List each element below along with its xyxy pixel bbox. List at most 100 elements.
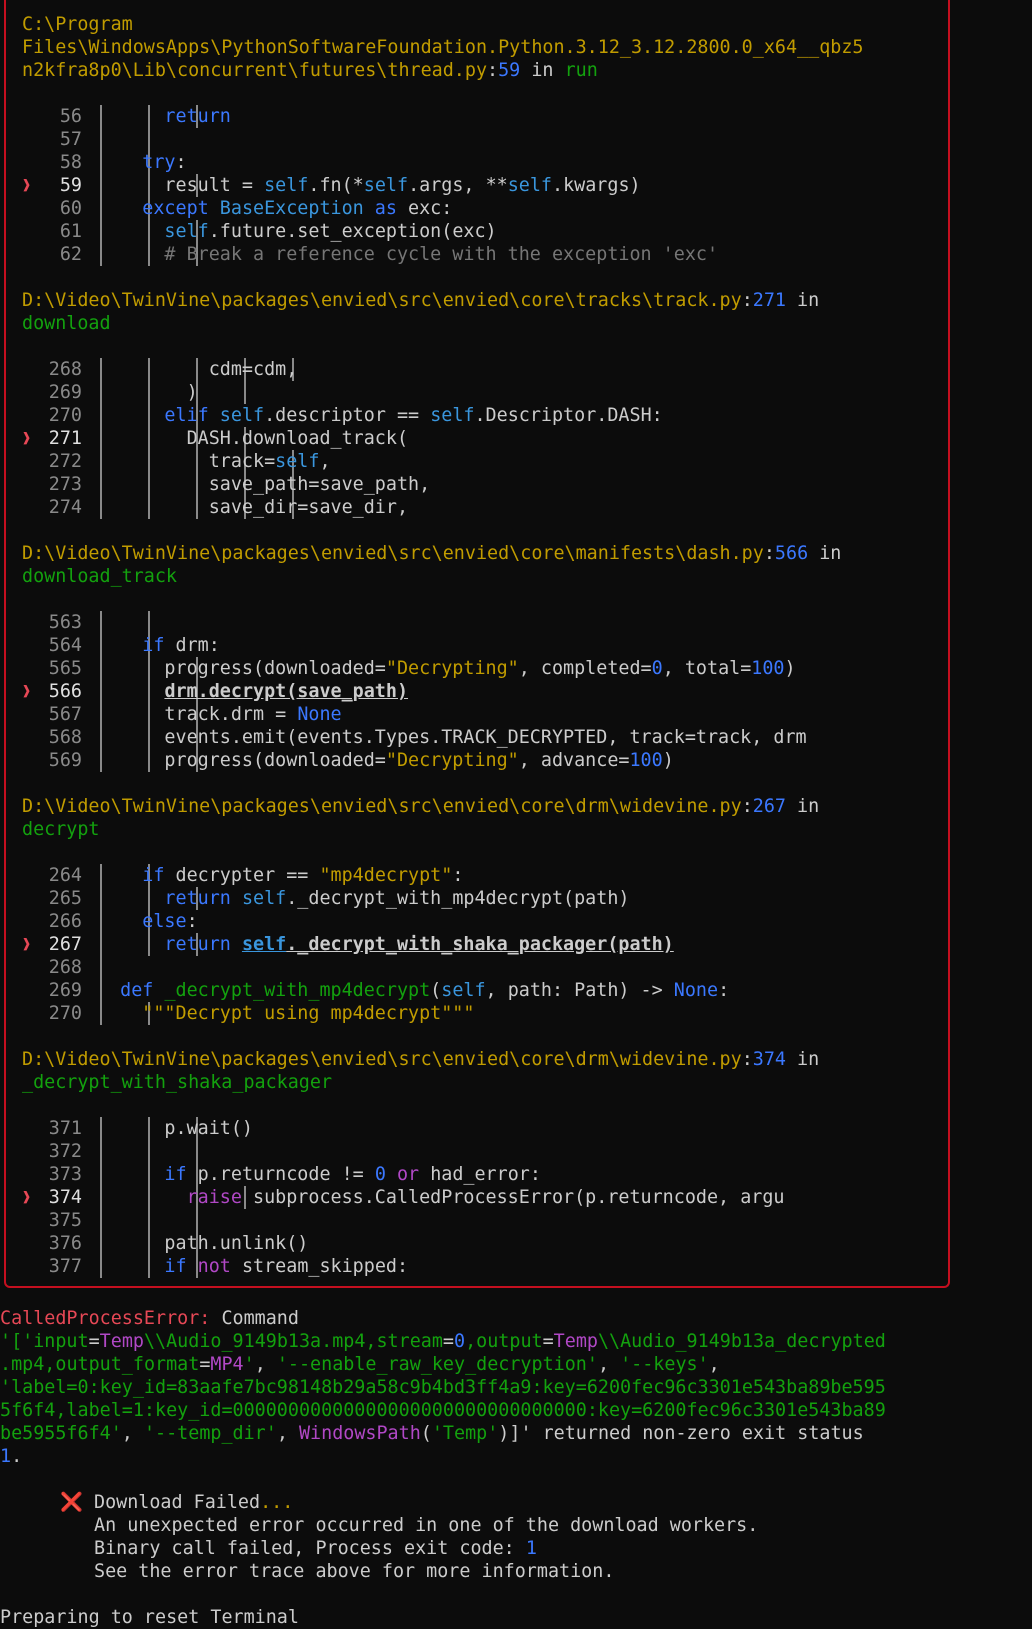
code-line: elif self.descriptor == self.Descriptor.… (98, 404, 662, 427)
text-token: self (264, 175, 309, 196)
line-number: 62 (59, 244, 82, 265)
text-token: return (98, 888, 242, 909)
indent-guide (148, 128, 150, 151)
text-token: D:\Video\TwinVine\packages\envied\src\en… (22, 1049, 742, 1070)
text-token: : (741, 796, 753, 817)
text-token: self (98, 221, 209, 242)
text-token: , (465, 1331, 477, 1352)
indent-guide (100, 956, 102, 979)
text-token: , (276, 1423, 299, 1444)
frame-location: D:\Video\TwinVine\packages\envied\src\en… (22, 542, 841, 565)
failure-message: See the error trace above for more infor… (94, 1560, 614, 1583)
text-token: in (785, 1049, 820, 1070)
text-token: input (33, 1331, 89, 1352)
text-token: output_format (55, 1354, 200, 1375)
code-line: if not stream_skipped: (98, 1255, 408, 1278)
text-token: events.emit(events.Types.TRACK_DECRYPTED… (98, 727, 807, 748)
text-token: run (564, 60, 598, 81)
text-token: self (241, 888, 287, 909)
error-message-line: 5f6f4,label=1:key_id=0000000000000000000… (0, 1399, 886, 1422)
text-token: drm.decrypt(save_path) (164, 681, 409, 702)
text-token: : (487, 60, 499, 81)
line-number: 565 (48, 658, 82, 679)
line-number: 377 (48, 1256, 82, 1277)
text-token: None (673, 980, 719, 1001)
line-number: 60 (59, 198, 82, 219)
text-token: download (22, 313, 111, 334)
code-line: events.emit(events.Types.TRACK_DECRYPTED… (98, 726, 807, 749)
text-token: An unexpected error occurred in one of t… (94, 1515, 759, 1536)
text-token: C:\Program (22, 14, 133, 35)
text-token: "Decrypting" (385, 750, 519, 771)
indent-guide (100, 128, 102, 151)
frame-location: n2kfra8p0\Lib\concurrent\futures\thread.… (22, 59, 598, 82)
text-token: raise (98, 1187, 254, 1208)
frame-location: download_track (22, 565, 177, 588)
text-token: progress(downloaded= (98, 750, 386, 771)
frame-location: download (22, 312, 111, 335)
line-number: 376 (48, 1233, 82, 1254)
code-line: if decrypter == "mp4decrypt": (98, 864, 463, 887)
text-token: D:\Video\TwinVine\packages\envied\src\en… (22, 796, 742, 817)
indent-guide (100, 1209, 102, 1232)
line-number: 58 (59, 152, 82, 173)
text-token: in (808, 543, 842, 564)
line-number: 374 (48, 1187, 82, 1208)
line-number: 269 (48, 382, 82, 403)
line-number: 266 (48, 911, 82, 932)
text-token: path.unlink() (98, 1233, 309, 1254)
text-token: or (385, 1164, 431, 1185)
line-number: 567 (48, 704, 82, 725)
text-token: , completed= (518, 658, 652, 679)
text-token: DASH.download_track( (98, 428, 409, 449)
indent-guide (148, 611, 150, 634)
text-token: ( (430, 980, 442, 1001)
text-token: : (741, 290, 753, 311)
text-token: D:\Video\TwinVine\packages\envied\src\en… (22, 290, 742, 311)
text-token: 1 (0, 1446, 12, 1467)
code-line: path.unlink() (98, 1232, 308, 1255)
line-number: 564 (48, 635, 82, 656)
code-line: except BaseException as exc: (98, 197, 452, 220)
text-token: 100 (629, 750, 663, 771)
text-token: _decrypt_with_mp4decrypt (164, 980, 431, 1001)
text-token: self (241, 934, 287, 955)
text-token: .mp4, (0, 1354, 56, 1375)
line-number: 375 (48, 1210, 82, 1231)
error-message-line: 'label=0:key_id=83aafe7bc98148b29a58c9b4… (0, 1376, 886, 1399)
frame-location: decrypt (22, 818, 100, 841)
text-token: . (11, 1446, 23, 1467)
text-token: exc: (408, 198, 453, 219)
line-number: 372 (48, 1141, 82, 1162)
code-line: cdm=cdm, (98, 358, 298, 381)
code-line: p.wait() (98, 1117, 253, 1140)
text-token: 'Temp' (431, 1423, 499, 1444)
indent-guide (148, 1140, 150, 1163)
code-line: save_path=save_path, (98, 473, 430, 496)
text-token: try (98, 152, 176, 173)
text-token: in (785, 290, 820, 311)
line-number: 566 (48, 681, 82, 702)
code-line: DASH.download_track( (98, 427, 408, 450)
text-token: \\Audio_9149b13a.mp4, (143, 1331, 377, 1352)
text-token: elif (98, 405, 220, 426)
text-token: p.returncode != (197, 1164, 375, 1185)
text-token: self (219, 405, 265, 426)
text-token: '--keys' (620, 1354, 709, 1375)
failure-title: Download Failed... (94, 1491, 293, 1514)
failure-title-ellipsis: ... (260, 1492, 294, 1513)
text-token: stream (376, 1331, 443, 1352)
text-token: , path: Path) -> (485, 980, 674, 1001)
line-number: 563 (48, 612, 82, 633)
text-token: save_dir=save_dir, (98, 497, 409, 518)
text-token: , advance= (518, 750, 630, 771)
code-line: self.future.set_exception(exc) (98, 220, 496, 243)
frame-location: D:\Video\TwinVine\packages\envied\src\en… (22, 1048, 819, 1071)
text-token: ._decrypt_with_mp4decrypt(path) (286, 888, 630, 909)
text-token: , total= (662, 658, 752, 679)
indent-guide (148, 1209, 150, 1232)
terminal-window[interactable]: C:\Program Files\WindowsApps\PythonSoftwa… (0, 0, 1032, 1628)
text-token: self (441, 980, 486, 1001)
code-line: progress(downloaded="Decrypting", comple… (98, 657, 795, 680)
line-number: 270 (48, 1003, 82, 1024)
